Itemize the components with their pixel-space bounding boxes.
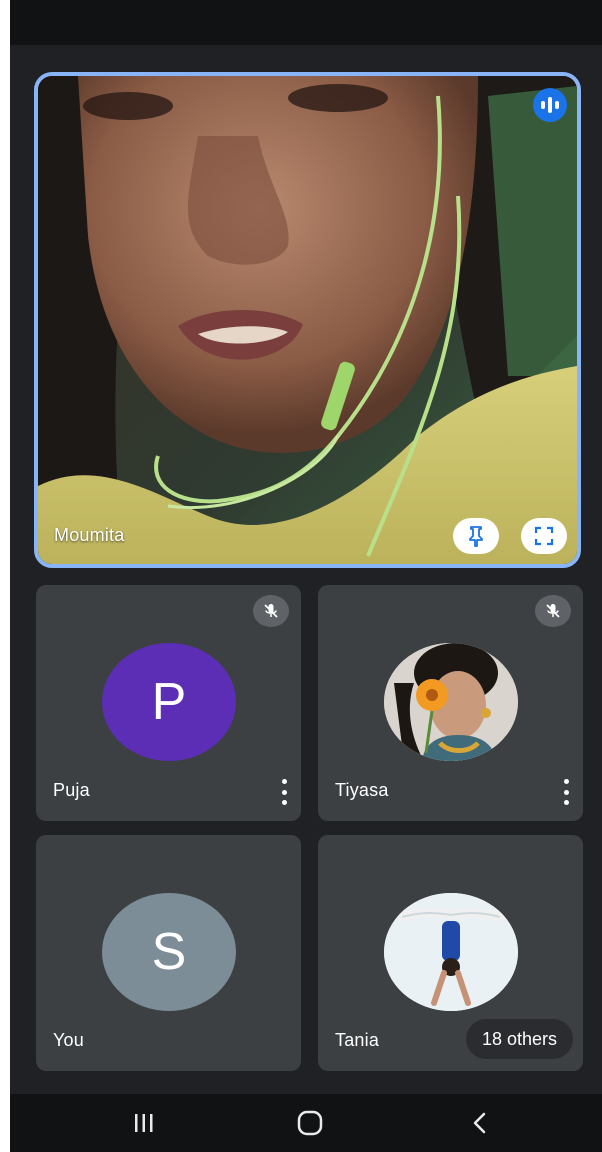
participant-name: Tiyasa [335, 780, 389, 800]
pin-icon [469, 526, 483, 547]
mic-off-icon [253, 595, 289, 627]
audio-bars-icon [533, 88, 567, 122]
others-count-button[interactable]: 18 others [465, 1019, 573, 1059]
participant-tile-puja[interactable]: P Puja [36, 585, 301, 821]
pin-button[interactable] [453, 518, 499, 554]
recents-icon[interactable] [124, 1108, 164, 1138]
meet-call-screen: Moumita P Puja Tiyasa S You Tania 18 oth… [10, 0, 602, 1152]
home-icon[interactable] [290, 1108, 330, 1138]
participant-name: You [53, 1030, 84, 1050]
main-speaker-tile[interactable]: Moumita [34, 72, 581, 568]
system-nav-bar [10, 1094, 602, 1152]
avatar: S [102, 893, 236, 1011]
back-icon[interactable] [460, 1108, 500, 1138]
fullscreen-button[interactable] [521, 518, 567, 554]
fullscreen-icon [534, 526, 554, 546]
participant-tile-self[interactable]: S You [36, 835, 301, 1071]
mic-off-icon [535, 595, 571, 627]
main-speaker-video [38, 76, 577, 564]
avatar [384, 643, 518, 761]
participant-tile-tania[interactable]: Tania 18 others [318, 835, 583, 1071]
participant-tile-tiyasa[interactable]: Tiyasa [318, 585, 583, 821]
main-speaker-name: Moumita [54, 525, 125, 545]
participant-name: Puja [53, 780, 90, 800]
avatar [384, 893, 518, 1011]
participant-name: Tania [335, 1030, 380, 1050]
more-vertical-icon[interactable] [561, 779, 571, 805]
avatar: P [102, 643, 236, 761]
more-vertical-icon[interactable] [279, 779, 289, 805]
status-bar [10, 0, 602, 45]
